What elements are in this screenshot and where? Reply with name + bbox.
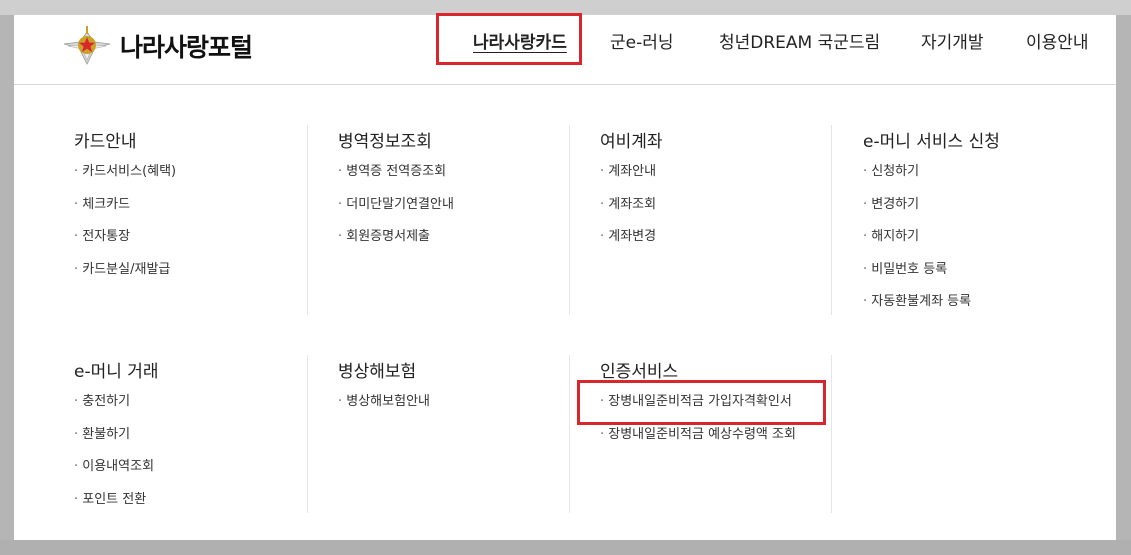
- menu-column-injury-insurance: 병상해보험 병상해보험안내: [307, 355, 569, 513]
- nav-item-e-learning[interactable]: 군e-러닝: [610, 28, 674, 53]
- column-title: e-머니 거래: [74, 362, 159, 382]
- army-emblem-icon: [63, 26, 111, 65]
- column-items: 계좌안내 계좌조회 계좌변경: [600, 163, 656, 261]
- mega-menu-panel: 나라사랑포털 나라사랑카드 군e-러닝 청년DREAM 국군드림 자기개발 이용…: [14, 13, 1116, 540]
- menu-link[interactable]: 체크카드: [74, 196, 176, 229]
- column-title: 인증서비스: [600, 362, 679, 382]
- menu-column-certification: 인증서비스 장병내일준비적금 가입자격확인서 장병내일준비적금 예상수령액 조회: [569, 355, 831, 513]
- menu-column-emoney-transaction: e-머니 거래 충전하기 환불하기 이용내역조회 포인트 전환: [60, 355, 307, 513]
- menu-column-empty: [831, 355, 1101, 513]
- column-items: 병상해보험안내: [338, 393, 430, 426]
- menu-link[interactable]: 자동환불계좌 등록: [863, 293, 971, 326]
- menu-link[interactable]: 충전하기: [74, 393, 154, 426]
- site-header: 나라사랑포털 나라사랑카드 군e-러닝 청년DREAM 국군드림 자기개발 이용…: [14, 13, 1116, 85]
- menu-link[interactable]: 병역증 전역증조회: [338, 163, 454, 196]
- menu-column-military-info: 병역정보조회 병역증 전역증조회 더미단말기연결안내 회원증명서제출: [307, 125, 569, 315]
- menu-link[interactable]: 포인트 전환: [74, 491, 154, 524]
- column-items: 신청하기 변경하기 해지하기 비밀번호 등록 자동환불계좌 등록: [863, 163, 971, 326]
- column-items: 충전하기 환불하기 이용내역조회 포인트 전환: [74, 393, 154, 523]
- menu-link[interactable]: 카드분실/재발급: [74, 261, 176, 294]
- menu-link-savings-estimate[interactable]: 장병내일준비적금 예상수령액 조회: [600, 426, 796, 459]
- menu-link[interactable]: 이용내역조회: [74, 458, 154, 491]
- menu-link[interactable]: 전자통장: [74, 228, 176, 261]
- column-title: 병역정보조회: [338, 132, 432, 152]
- column-title: e-머니 서비스 신청: [863, 132, 1000, 152]
- menu-link[interactable]: 변경하기: [863, 196, 971, 229]
- nav-item-guide[interactable]: 이용안내: [1026, 28, 1089, 53]
- nav-item-naraslang-card[interactable]: 나라사랑카드: [473, 28, 567, 53]
- column-items: 카드서비스(혜택) 체크카드 전자통장 카드분실/재발급: [74, 163, 176, 293]
- menu-link[interactable]: 계좌조회: [600, 196, 656, 229]
- page-scroll-edge: [1116, 15, 1131, 540]
- column-title: 카드안내: [74, 132, 137, 152]
- column-title: 병상해보험: [338, 362, 417, 382]
- menu-link[interactable]: 계좌변경: [600, 228, 656, 261]
- menu-column-card-info: 카드안내 카드서비스(혜택) 체크카드 전자통장 카드분실/재발급: [60, 125, 307, 315]
- column-items: 장병내일준비적금 가입자격확인서 장병내일준비적금 예상수령액 조회: [600, 393, 796, 458]
- menu-column-travel-account: 여비계좌 계좌안내 계좌조회 계좌변경: [569, 125, 831, 315]
- menu-link[interactable]: 신청하기: [863, 163, 971, 196]
- background-overlay-top: [0, 0, 1131, 15]
- column-title: 여비계좌: [600, 132, 663, 152]
- background-overlay-bottom: [0, 540, 1131, 555]
- menu-link[interactable]: 카드서비스(혜택): [74, 163, 176, 196]
- menu-link[interactable]: 해지하기: [863, 228, 971, 261]
- menu-link[interactable]: 회원증명서제출: [338, 228, 454, 261]
- menu-link[interactable]: 병상해보험안내: [338, 393, 430, 426]
- nav-item-self-development[interactable]: 자기개발: [921, 28, 984, 53]
- menu-column-emoney-service: e-머니 서비스 신청 신청하기 변경하기 해지하기 비밀번호 등록 자동환불계…: [831, 125, 1101, 315]
- menu-link[interactable]: 환불하기: [74, 426, 154, 459]
- site-logo[interactable]: 나라사랑포털: [62, 21, 253, 71]
- nav-item-youth-dream[interactable]: 청년DREAM 국군드림: [719, 28, 880, 53]
- menu-link-savings-eligibility[interactable]: 장병내일준비적금 가입자격확인서: [600, 393, 796, 426]
- logo-text: 나라사랑포털: [120, 33, 253, 62]
- menu-link[interactable]: 비밀번호 등록: [863, 261, 971, 294]
- column-items: 병역증 전역증조회 더미단말기연결안내 회원증명서제출: [338, 163, 454, 261]
- menu-link[interactable]: 더미단말기연결안내: [338, 196, 454, 229]
- menu-link[interactable]: 계좌안내: [600, 163, 656, 196]
